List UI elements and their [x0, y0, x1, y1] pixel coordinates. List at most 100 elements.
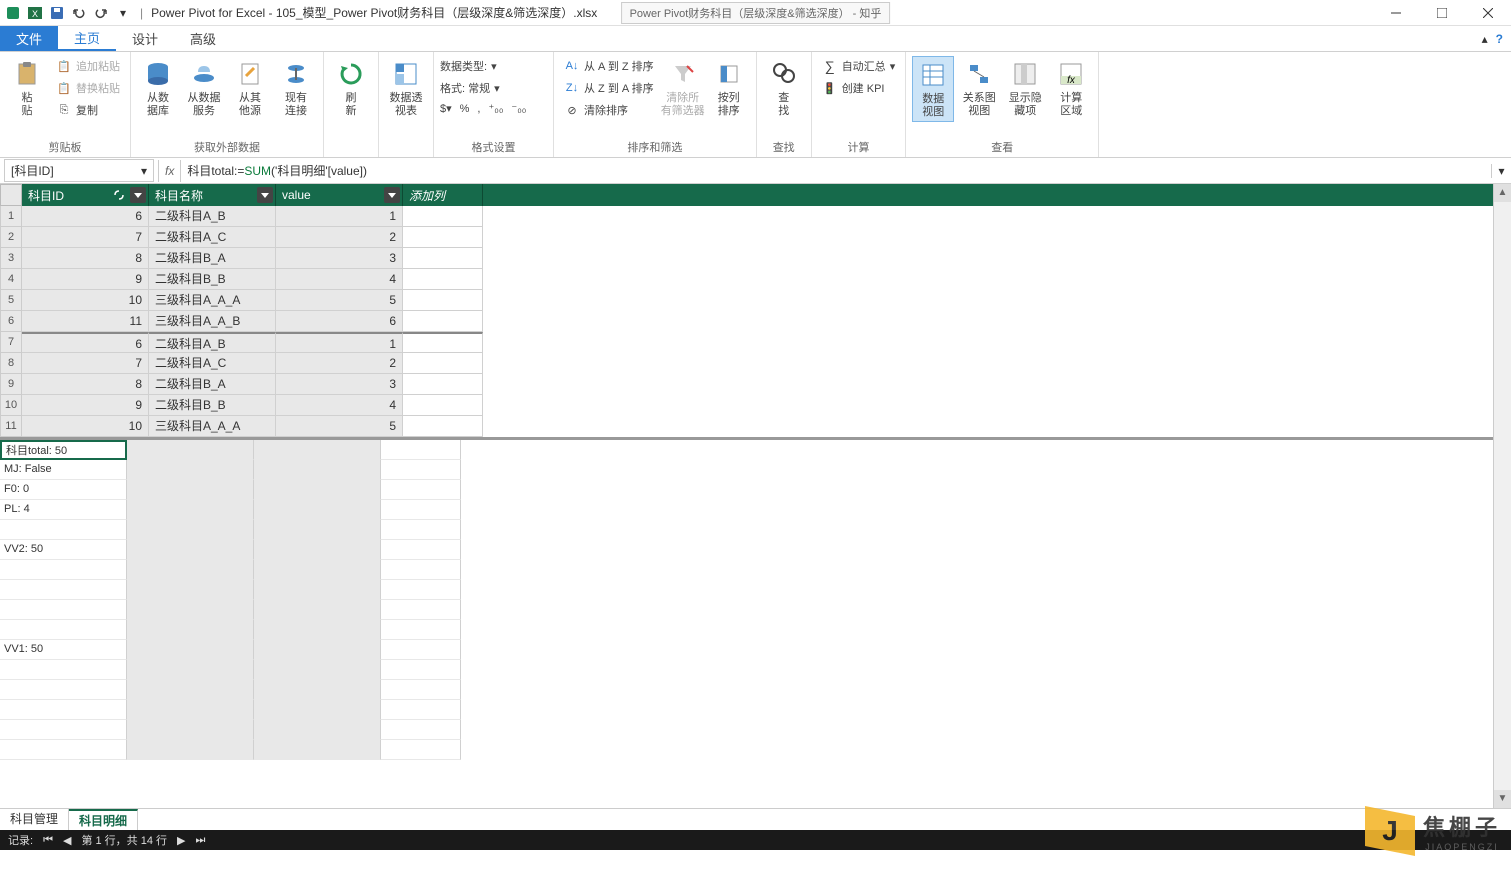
- row-header[interactable]: 4: [0, 269, 22, 290]
- cell-add[interactable]: [403, 311, 483, 332]
- measure-cell[interactable]: [127, 720, 254, 740]
- cell-add[interactable]: [403, 290, 483, 311]
- copy-button[interactable]: ⎘复制: [52, 100, 124, 120]
- close-button[interactable]: [1465, 0, 1511, 26]
- column-header-id[interactable]: 科目ID: [22, 184, 149, 206]
- cell-name[interactable]: 二级科目B_B: [149, 269, 276, 290]
- cell-value[interactable]: 4: [276, 269, 403, 290]
- sort-by-column-button[interactable]: 按列 排序: [708, 56, 750, 120]
- table-row[interactable]: 611三级科目A_A_B6: [0, 311, 1511, 332]
- measure-cell[interactable]: [381, 480, 461, 500]
- cell-add[interactable]: [403, 248, 483, 269]
- row-header[interactable]: 7: [0, 332, 22, 353]
- filter-dropdown-icon[interactable]: [384, 187, 400, 203]
- measure-cell[interactable]: [381, 460, 461, 480]
- measure-cell[interactable]: [0, 700, 127, 720]
- row-header[interactable]: 3: [0, 248, 22, 269]
- measure-cell[interactable]: [254, 440, 381, 460]
- measure-cell[interactable]: [127, 500, 254, 520]
- cell-id[interactable]: 6: [22, 332, 149, 353]
- measure-cell[interactable]: [127, 600, 254, 620]
- sheet-tab-2[interactable]: 科目明细: [69, 809, 138, 830]
- measure-cell[interactable]: [381, 580, 461, 600]
- formula-expand-button[interactable]: ▾: [1491, 164, 1511, 178]
- measure-cell[interactable]: [0, 580, 127, 600]
- measure-cell[interactable]: [381, 560, 461, 580]
- measure-cell[interactable]: [254, 460, 381, 480]
- autosum-button[interactable]: ∑自动汇总▾: [818, 56, 900, 76]
- next-record-button[interactable]: ▶: [177, 834, 185, 847]
- table-row[interactable]: 16二级科目A_B1: [0, 206, 1511, 227]
- clear-filters-button[interactable]: 清除所 有筛选器: [662, 56, 704, 120]
- formula-input[interactable]: 科目total:=SUM('科目明细'[value]): [181, 162, 1491, 179]
- tab-design[interactable]: 设计: [116, 26, 174, 51]
- cell-id[interactable]: 7: [22, 227, 149, 248]
- cell-add[interactable]: [403, 395, 483, 416]
- decrease-decimal-button[interactable]: ⁻₀₀: [511, 102, 526, 115]
- table-row[interactable]: 87二级科目A_C2: [0, 353, 1511, 374]
- help-icon[interactable]: ?: [1496, 32, 1503, 46]
- cell-id[interactable]: 9: [22, 269, 149, 290]
- show-hidden-button[interactable]: 显示隐 藏项: [1004, 56, 1046, 120]
- column-header-name[interactable]: 科目名称: [149, 184, 276, 206]
- row-header[interactable]: 9: [0, 374, 22, 395]
- row-header[interactable]: 2: [0, 227, 22, 248]
- currency-button[interactable]: $▾: [440, 102, 452, 115]
- cell-value[interactable]: 2: [276, 353, 403, 374]
- cell-name[interactable]: 三级科目A_A_B: [149, 311, 276, 332]
- data-type-dropdown[interactable]: ▾: [491, 60, 497, 73]
- measure-cell[interactable]: [127, 700, 254, 720]
- existing-connections-button[interactable]: 现有 连接: [275, 56, 317, 120]
- measure-cell[interactable]: PL: 4: [0, 500, 127, 520]
- cell-value[interactable]: 1: [276, 332, 403, 353]
- ribbon-collapse-icon[interactable]: ▴: [1482, 32, 1488, 46]
- calc-area-button[interactable]: fx计算 区域: [1050, 56, 1092, 120]
- cell-add[interactable]: [403, 227, 483, 248]
- measure-cell[interactable]: [381, 500, 461, 520]
- cell-value[interactable]: 4: [276, 395, 403, 416]
- clear-sort-button[interactable]: ⊘清除排序: [560, 100, 658, 120]
- measure-cell[interactable]: [127, 620, 254, 640]
- cell-id[interactable]: 10: [22, 416, 149, 437]
- maximize-button[interactable]: [1419, 0, 1465, 26]
- column-header-add[interactable]: 添加列: [403, 184, 483, 206]
- table-row[interactable]: 27二级科目A_C2: [0, 227, 1511, 248]
- cell-name[interactable]: 二级科目B_B: [149, 395, 276, 416]
- measure-cell[interactable]: [254, 500, 381, 520]
- measure-cell[interactable]: [0, 620, 127, 640]
- name-box[interactable]: [科目ID] ▾: [4, 159, 154, 182]
- measure-cell[interactable]: [381, 640, 461, 660]
- cell-id[interactable]: 8: [22, 248, 149, 269]
- name-box-dropdown-icon[interactable]: ▾: [141, 164, 147, 178]
- measure-cell[interactable]: [127, 540, 254, 560]
- measure-cell[interactable]: [254, 540, 381, 560]
- cell-id[interactable]: 9: [22, 395, 149, 416]
- column-header-value[interactable]: value: [276, 184, 403, 206]
- measure-cell[interactable]: [381, 620, 461, 640]
- measure-cell[interactable]: [127, 520, 254, 540]
- cell-value[interactable]: 5: [276, 290, 403, 311]
- cell-name[interactable]: 二级科目B_A: [149, 374, 276, 395]
- filter-dropdown-icon[interactable]: [130, 187, 146, 203]
- cell-value[interactable]: 6: [276, 311, 403, 332]
- filter-dropdown-icon[interactable]: [257, 187, 273, 203]
- sort-za-button[interactable]: Z↓从 Z 到 A 排序: [560, 78, 658, 98]
- cell-add[interactable]: [403, 416, 483, 437]
- cell-add[interactable]: [403, 269, 483, 290]
- measure-cell[interactable]: [254, 620, 381, 640]
- measure-cell[interactable]: [381, 700, 461, 720]
- table-row[interactable]: 38二级科目B_A3: [0, 248, 1511, 269]
- cell-name[interactable]: 二级科目A_C: [149, 353, 276, 374]
- measure-cell[interactable]: [254, 740, 381, 760]
- percent-button[interactable]: %: [460, 103, 470, 115]
- cell-add[interactable]: [403, 353, 483, 374]
- table-row[interactable]: 49二级科目B_B4: [0, 269, 1511, 290]
- measure-cell[interactable]: [0, 520, 127, 540]
- table-row[interactable]: 76二级科目A_B1: [0, 332, 1511, 353]
- measure-cell[interactable]: [0, 560, 127, 580]
- tab-home[interactable]: 主页: [58, 26, 116, 51]
- row-header[interactable]: 1: [0, 206, 22, 227]
- table-row[interactable]: 1110三级科目A_A_A5: [0, 416, 1511, 437]
- measure-cell[interactable]: [127, 660, 254, 680]
- cell-id[interactable]: 7: [22, 353, 149, 374]
